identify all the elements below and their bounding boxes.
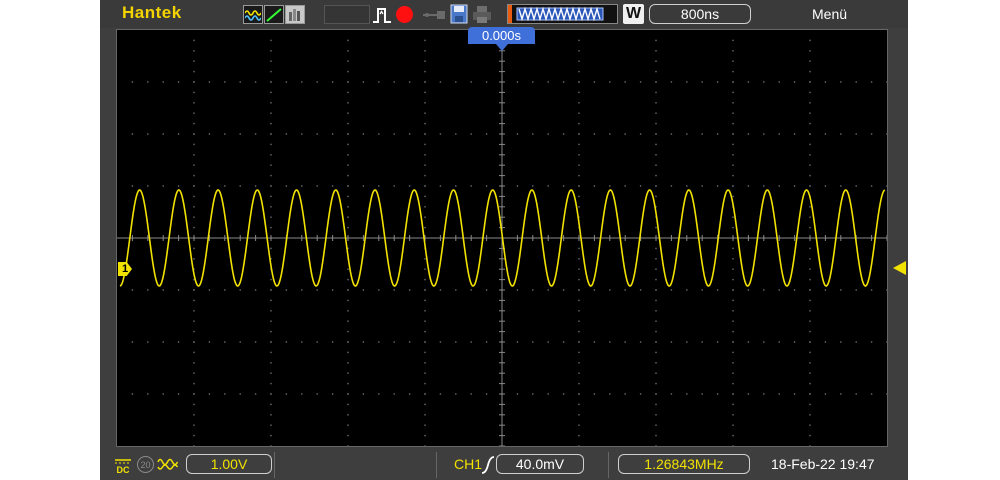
- dc-coupling-icon[interactable]: DC: [114, 457, 132, 475]
- brand-logo: Hantek: [122, 3, 182, 22]
- trigger-position-arrow: [496, 44, 508, 51]
- usb-icon[interactable]: [422, 9, 446, 21]
- timebase-readout[interactable]: 800ns: [649, 4, 751, 24]
- timebase-mode-indicator[interactable]: W: [623, 4, 644, 24]
- top-status-bar: Hantek W 800ns Menü: [100, 0, 908, 28]
- rising-edge-icon[interactable]: [481, 455, 495, 475]
- pulse-icon[interactable]: [372, 6, 392, 24]
- acquire-mode-group: [243, 5, 305, 24]
- print-icon[interactable]: [472, 5, 492, 24]
- bandwidth-limit-icon[interactable]: 20: [137, 456, 154, 473]
- ch1-volts-per-div[interactable]: 1.00V: [186, 454, 272, 474]
- coupling-label: DC: [117, 465, 130, 475]
- invert-icon[interactable]: [157, 457, 179, 471]
- save-icon[interactable]: [450, 4, 468, 24]
- status-divider: [436, 452, 437, 478]
- status-divider: [274, 452, 275, 478]
- oscilloscope-display: Hantek W 800ns Menü 1 0.000s DC 20 1.00V…: [100, 0, 908, 480]
- bottom-status-bar: DC 20 1.00V CH1 40.0mV 1.26843MHz 18-Feb…: [100, 450, 908, 480]
- record-icon[interactable]: [396, 6, 413, 23]
- memory-depth-indicator: [507, 4, 618, 24]
- trigger-source-label[interactable]: CH1: [454, 456, 482, 472]
- status-divider: [608, 452, 609, 478]
- date-time: 18-Feb-22 19:47: [771, 456, 875, 472]
- waveform-display: [119, 189, 886, 287]
- persistence-icon[interactable]: [285, 5, 305, 24]
- frequency-readout: 1.26843MHz: [618, 454, 750, 474]
- sine-wave-icon[interactable]: [243, 5, 263, 24]
- ch1-waveform: [119, 189, 886, 287]
- trigger-level-readout[interactable]: 40.0mV: [496, 454, 584, 474]
- trigger-position-label[interactable]: 0.000s: [468, 27, 535, 44]
- status-blank-field: [324, 5, 370, 24]
- ramp-icon[interactable]: [264, 5, 284, 24]
- trigger-level-marker[interactable]: [893, 261, 906, 275]
- waveform-screen[interactable]: 1: [116, 29, 906, 447]
- menu-button[interactable]: Menü: [812, 6, 847, 22]
